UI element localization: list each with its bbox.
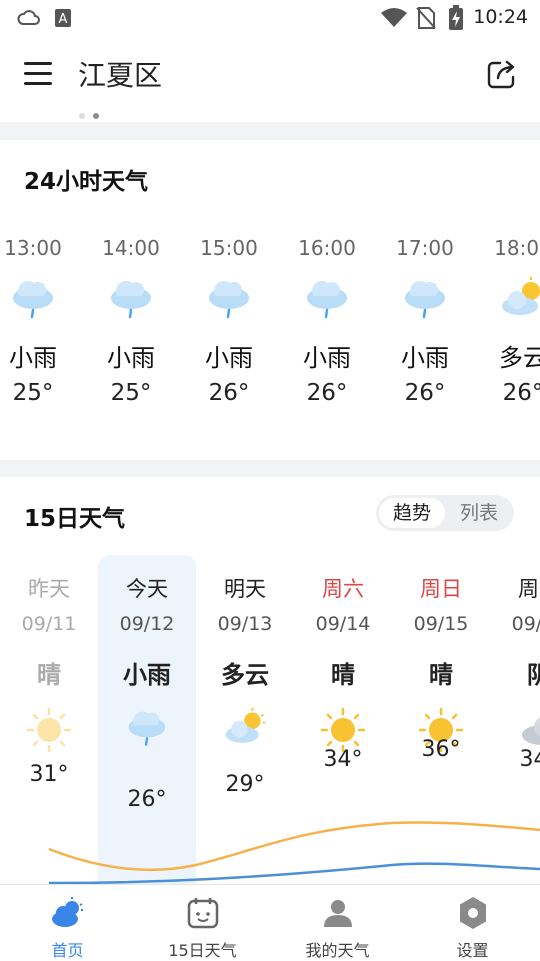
daily-high-temperature: 36° (421, 737, 461, 762)
daily-item: 明天 09/13 多云 (196, 573, 294, 753)
no-sim-icon (416, 7, 436, 29)
hourly-item: 15:00 小雨 26° (180, 236, 278, 406)
daily-date: 09/13 (217, 613, 273, 635)
daily-condition: 晴 (37, 661, 61, 689)
status-time: 10:24 (473, 6, 528, 28)
hourly-item: 17:00 小雨 26° (376, 236, 474, 406)
hourly-forecast-card: 24小时天气 13:00 小雨 25° 14:00 小雨 25° 15:00 小雨 26° 16:… (0, 140, 540, 460)
hourly-condition: 多云 (499, 344, 540, 372)
svg-text:A: A (59, 12, 68, 27)
daily-item: 周六 09/14 晴 (294, 573, 392, 753)
low-temp-curve (48, 862, 540, 885)
hourly-item: 16:00 小雨 26° (278, 236, 376, 406)
daily-high-temperature: 34° (519, 747, 540, 772)
hourly-temperature: 25° (110, 380, 152, 406)
daily-high-temperature: 34° (323, 747, 363, 772)
hourly-item: 13:00 小雨 25° (0, 236, 82, 406)
hourly-time: 18:00 (494, 236, 540, 260)
person-icon (320, 895, 356, 931)
daily-item: 周一 09/16 阴 (490, 573, 540, 753)
light-rain-icon (124, 707, 170, 753)
settings-icon (455, 895, 491, 931)
bottom-navigation: 首页 15日天气 我的天气 设置 (0, 884, 540, 961)
hourly-condition: 小雨 (401, 344, 449, 372)
daily-high-temperature: 31° (29, 762, 69, 787)
daily-item: 昨天 09/11 晴 (0, 573, 98, 753)
cloud-notification-icon (17, 10, 40, 25)
page-dot-active (93, 113, 99, 119)
calendar-icon (185, 895, 221, 931)
daily-condition: 小雨 (123, 661, 171, 689)
light-rain-icon (8, 276, 58, 320)
high-temp-curve (48, 821, 540, 871)
daily-date: 09/14 (315, 613, 371, 635)
text-notification-icon: A (55, 9, 71, 27)
share-icon[interactable] (486, 58, 518, 90)
light-rain-icon (204, 276, 254, 320)
hourly-time: 13:00 (4, 236, 62, 260)
status-bar: A 10:24 (0, 0, 540, 36)
nav-label: 15日天气 (168, 941, 237, 960)
daily-day-name: 明天 (224, 577, 266, 601)
page-dot (79, 113, 85, 119)
daily-day-name: 昨天 (28, 577, 70, 601)
daily-item: 周日 09/15 晴 (392, 573, 490, 753)
nav-item-2[interactable]: 我的天气 (270, 885, 405, 961)
light-rain-icon (400, 276, 450, 320)
daily-forecast-card: 15日天气 趋势 列表 昨天 09/11 晴 31° 今天 09/12 小雨 26° 明天 09/… (0, 477, 540, 887)
hourly-section-title: 24小时天气 (24, 169, 149, 195)
hourly-condition: 小雨 (9, 344, 57, 372)
menu-icon[interactable] (24, 62, 52, 86)
battery-charging-icon (449, 5, 463, 30)
nav-label: 设置 (456, 941, 489, 960)
nav-item-0[interactable]: 首页 (0, 885, 135, 961)
hourly-time: 16:00 (298, 236, 356, 260)
daily-item: 今天 09/12 小雨 (98, 573, 196, 753)
nav-label: 首页 (51, 941, 84, 960)
daily-high-temperature: 29° (225, 772, 265, 797)
sunny-icon (26, 707, 72, 753)
daily-condition: 多云 (221, 661, 269, 689)
light-rain-icon (302, 276, 352, 320)
daily-date: 09/12 (119, 613, 175, 635)
daily-day-name: 周一 (518, 577, 540, 601)
hourly-temperature: 26° (404, 380, 446, 406)
hourly-item: 14:00 小雨 25° (82, 236, 180, 406)
nav-label: 我的天气 (305, 941, 370, 960)
daily-day-name: 周六 (322, 577, 364, 601)
nav-item-3[interactable]: 设置 (405, 885, 540, 961)
hourly-temperature: 25° (12, 380, 54, 406)
partly-cloudy-icon (498, 276, 540, 320)
daily-condition: 晴 (331, 661, 355, 689)
daily-high-temperature: 26° (127, 787, 167, 812)
home-weather-icon (50, 895, 86, 931)
wifi-icon (381, 8, 407, 27)
hourly-temperature: 26° (208, 380, 250, 406)
daily-date: 09/15 (413, 613, 469, 635)
app-header: 江夏区 (0, 36, 540, 122)
hourly-item: 18:00 多云 26° (474, 236, 540, 406)
partly-cloudy-icon (222, 707, 268, 753)
hourly-time: 14:00 (102, 236, 160, 260)
hourly-condition: 小雨 (205, 344, 253, 372)
daily-day-name: 今天 (126, 577, 168, 601)
daily-date: 09/11 (21, 613, 77, 635)
hourly-time: 15:00 (200, 236, 258, 260)
hourly-condition: 小雨 (107, 344, 155, 372)
daily-day-name: 周日 (420, 577, 462, 601)
hourly-temperature: 26° (306, 380, 348, 406)
location-title[interactable]: 江夏区 (78, 54, 162, 94)
hourly-condition: 小雨 (303, 344, 351, 372)
daily-condition: 阴 (527, 661, 540, 689)
daily-date: 09/16 (511, 613, 540, 635)
hourly-temperature: 26° (502, 380, 540, 406)
page-indicator (79, 104, 107, 123)
hourly-time: 17:00 (396, 236, 454, 260)
light-rain-icon (106, 276, 156, 320)
daily-condition: 晴 (429, 661, 453, 689)
nav-item-1[interactable]: 15日天气 (135, 885, 270, 961)
